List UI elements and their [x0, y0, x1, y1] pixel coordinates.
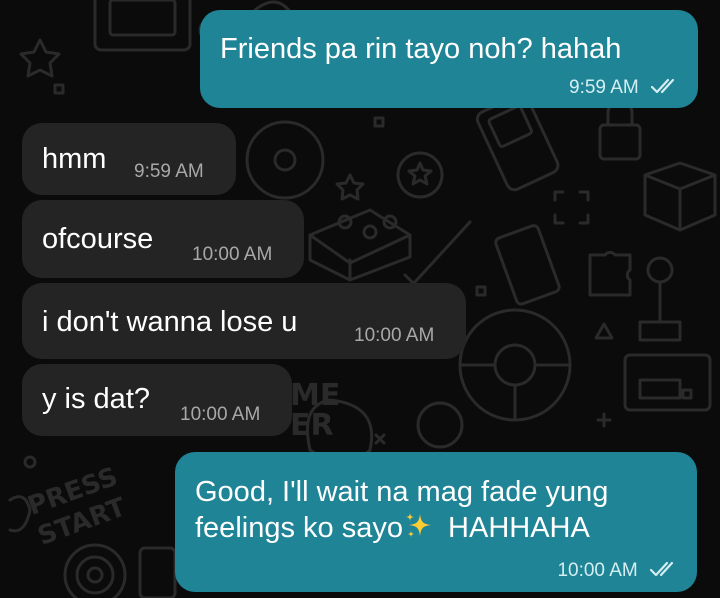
handheld-doodle	[494, 224, 561, 306]
double-check-icon	[650, 79, 675, 94]
cube-doodle	[643, 161, 717, 232]
message-text: Friends pa rin tayo noh? hahah	[220, 33, 622, 65]
message-text-line-2-end: HAHHAHA	[448, 512, 590, 544]
lock-doodle	[598, 123, 642, 161]
message-meta: 9:59 AM	[569, 77, 682, 99]
message-text-line-2: feelings ko sayo HAHHAHA	[195, 510, 590, 546]
message-time: 9:59 AM	[569, 77, 639, 98]
puzzle-doodle	[588, 250, 632, 297]
arcade-stick-doodle	[646, 256, 674, 284]
outgoing-message-bubble[interactable]: Friends pa rin tayo noh? hahah 9:59 AM	[200, 10, 698, 108]
sparkles-emoji-icon	[405, 513, 431, 537]
message-time: 10:00 AM	[557, 560, 638, 581]
message-text: hmm	[42, 143, 107, 175]
message-time: 10:00 AM	[354, 325, 435, 346]
incoming-message-bubble[interactable]: i don't wanna lose u 10:00 AM	[22, 283, 466, 359]
incoming-message-bubble[interactable]: hmm 9:59 AM	[22, 123, 236, 195]
incoming-message-bubble[interactable]: ofcourse 10:00 AM	[22, 200, 304, 278]
wallpaper-over-text: ER	[290, 408, 334, 443]
message-time: 9:59 AM	[134, 161, 204, 182]
star-doodle	[19, 38, 61, 78]
message-text: y is dat?	[42, 383, 150, 415]
message-time: 10:00 AM	[192, 244, 273, 265]
message-text-line-1: Good, I'll wait na mag fade yung	[195, 476, 609, 508]
message-text-line-2-start: feelings ko sayo	[195, 512, 403, 544]
console-doodle	[623, 353, 712, 412]
disc-doodle	[245, 120, 325, 200]
message-text: i don't wanna lose u	[42, 306, 298, 338]
message-text: ofcourse	[42, 223, 154, 255]
message-time: 10:00 AM	[180, 404, 261, 425]
double-check-icon	[649, 562, 674, 577]
incoming-message-bubble[interactable]: y is dat? 10:00 AM	[22, 364, 292, 436]
outgoing-message-bubble[interactable]: Good, I'll wait na mag fade yung feeling…	[175, 452, 697, 592]
coin-doodle	[396, 151, 444, 199]
target-doodle	[63, 543, 127, 598]
message-meta: 10:00 AM	[557, 560, 681, 582]
